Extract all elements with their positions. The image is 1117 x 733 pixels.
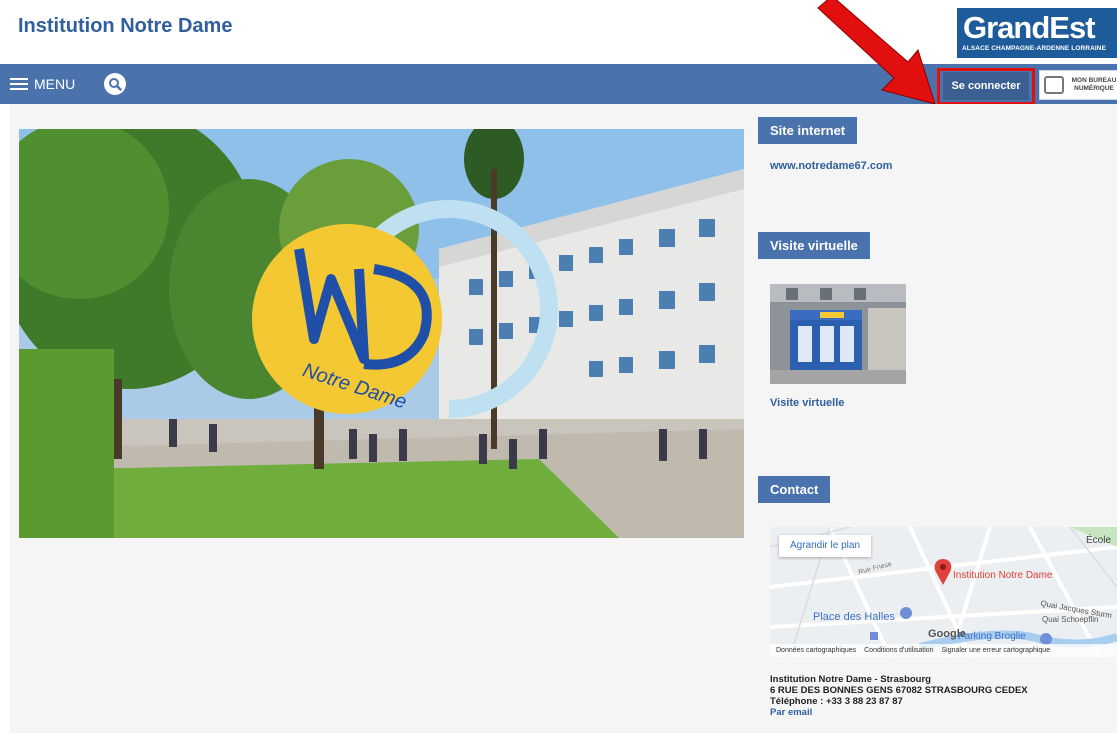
virtual-tour-thumbnail[interactable]	[770, 284, 906, 384]
map-parking-label: Parking Broglie	[958, 631, 1026, 642]
site-internet-heading: Site internet	[758, 117, 858, 144]
mon-bureau-numerique-button[interactable]: MON BUREAU NUMÉRIQUE	[1039, 70, 1117, 100]
street-address: 6 RUE DES BONNES GENS 67082 STRASBOURG C…	[770, 685, 1028, 696]
virtual-tour-link[interactable]: Visite virtuelle	[770, 397, 844, 409]
contact-address: Institution Notre Dame - Strasbourg 6 RU…	[770, 674, 1028, 718]
monitor-icon	[1044, 76, 1064, 94]
grand-est-logo[interactable]: GrandEst ALSACE CHAMPAGNE-ARDENNE LORRAI…	[957, 8, 1117, 58]
contact-heading: Contact	[758, 476, 831, 503]
search-button[interactable]	[104, 73, 126, 95]
google-logo: Google	[928, 628, 966, 640]
map-footer: Données cartographiques Conditions d'uti…	[770, 644, 1117, 657]
connect-button[interactable]: Se connecter	[943, 72, 1029, 100]
map-data-link[interactable]: Données cartographiques	[776, 647, 856, 654]
menu-label: MENU	[34, 76, 76, 92]
header: Institution Notre Dame GrandEst ALSACE C…	[0, 0, 1117, 64]
google-map[interactable]: Agrandir le plan Institution Notre Dame …	[770, 527, 1117, 657]
map-halles-label: Place des Halles	[813, 611, 895, 623]
map-ecole-label: École	[1086, 535, 1112, 546]
visite-virtuelle-heading: Visite virtuelle	[758, 232, 870, 259]
hamburger-icon	[10, 77, 28, 91]
map-quai2-label: Quai Schoepflin	[1042, 615, 1099, 624]
enlarge-map-button[interactable]: Agrandir le plan	[779, 535, 871, 557]
storefront-image	[770, 284, 906, 384]
email-link[interactable]: Par email	[770, 707, 1028, 718]
hero-image: Notre Dame	[19, 129, 744, 538]
logo-main-text: GrandEst	[963, 10, 1096, 45]
search-icon	[109, 78, 122, 91]
menu-button[interactable]: MENU	[10, 74, 75, 94]
map-terms-link[interactable]: Conditions d'utilisation	[864, 647, 933, 654]
phone-number: Téléphone : +33 3 88 23 87 87	[770, 696, 903, 707]
site-title[interactable]: Institution Notre Dame	[18, 15, 232, 38]
school-photo: Notre Dame	[19, 129, 744, 538]
website-link[interactable]: www.notredame67.com	[770, 160, 892, 172]
map-place-label: Institution Notre Dame	[953, 570, 1053, 581]
institution-name: Institution Notre Dame - Strasbourg	[770, 674, 931, 685]
bureau-label: MON BUREAU NUMÉRIQUE	[1071, 77, 1117, 92]
map-report-link[interactable]: Signaler une erreur cartographique	[942, 647, 1051, 654]
logo-sub-text: ALSACE CHAMPAGNE-ARDENNE LORRAINE	[962, 45, 1107, 52]
